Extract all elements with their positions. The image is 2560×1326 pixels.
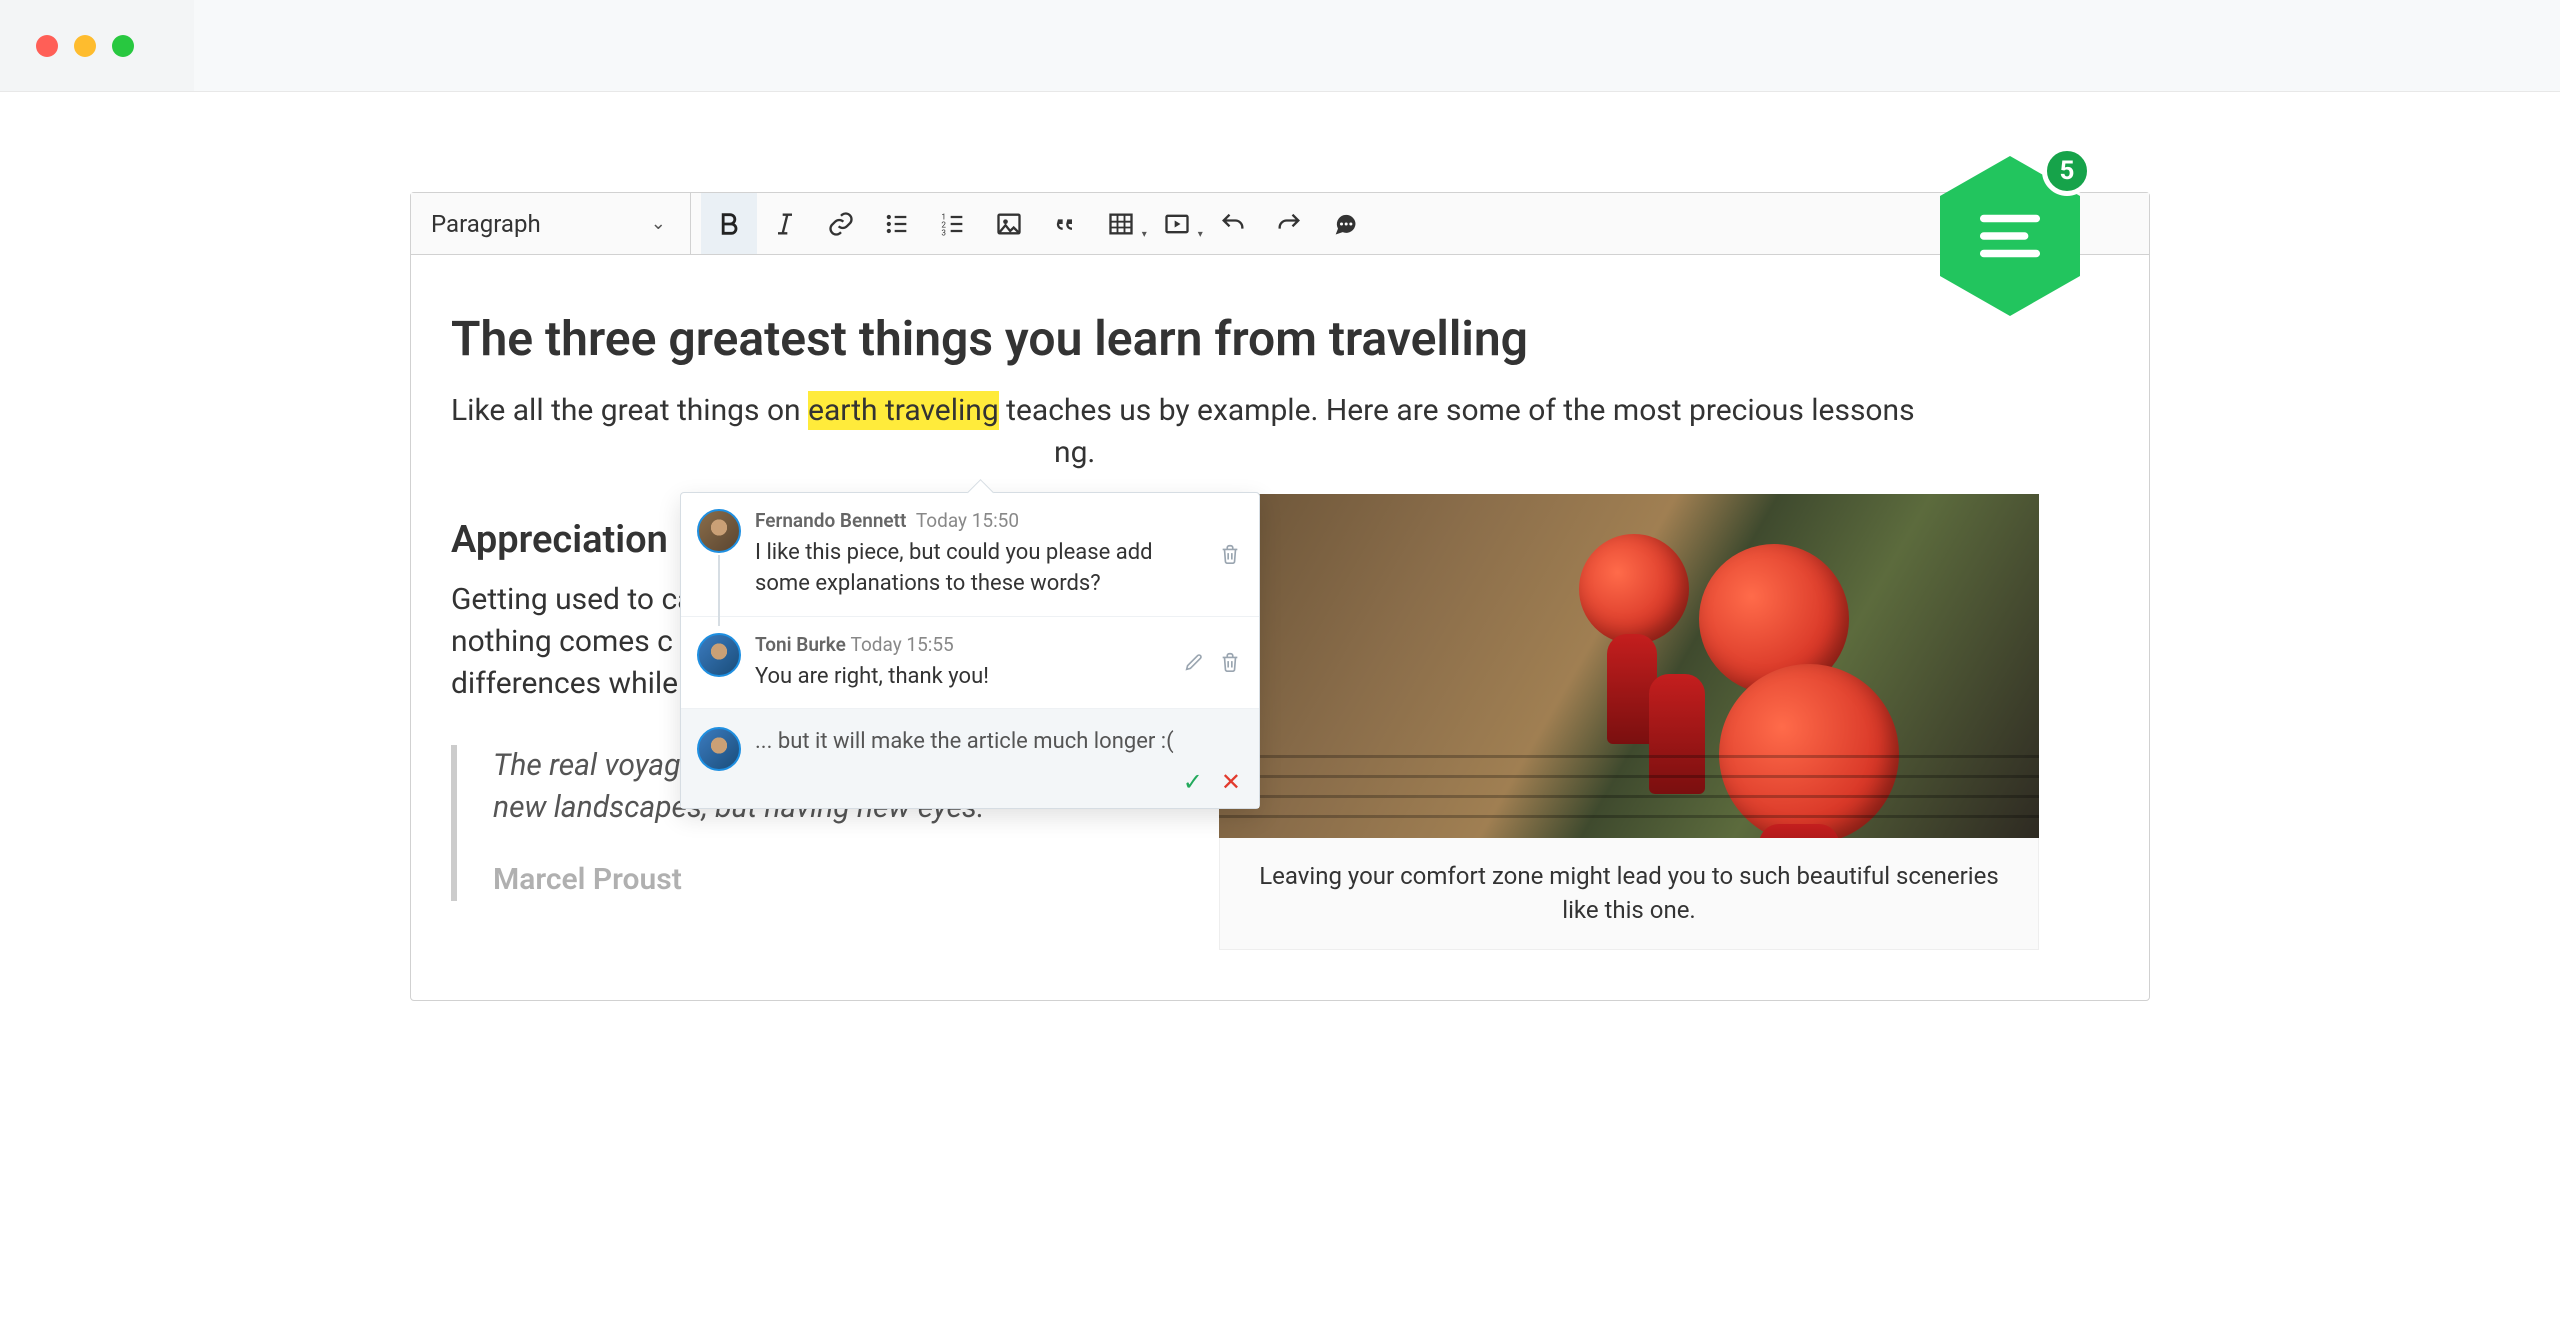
quote-author: Marcel Proust [493,859,1171,901]
minimize-window-button[interactable] [74,35,96,57]
avatar [697,509,741,553]
comments-badge[interactable]: 5 [1940,156,2080,316]
editor-frame: Paragraph ⌄ 123 [410,192,2150,1001]
link-button[interactable] [813,193,869,254]
italic-button[interactable] [757,193,813,254]
bullet-list-button[interactable] [869,193,925,254]
edit-icon[interactable] [1183,651,1205,673]
highlighted-text: earth traveling [808,391,999,430]
maximize-window-button[interactable] [112,35,134,57]
media-button[interactable] [1149,193,1205,254]
document-title: The three greatest things you learn from… [451,305,2109,372]
comment-button[interactable] [1317,193,1373,254]
table-button[interactable] [1093,193,1149,254]
window-controls [36,35,134,57]
comment-meta: Toni Burke Today 15:55 [755,633,1169,656]
figure-caption: Leaving your comfort zone might lead you… [1219,838,2039,950]
blockquote-button[interactable] [1037,193,1093,254]
cancel-reply-button[interactable]: ✕ [1221,768,1241,796]
page-canvas: 5 Paragraph ⌄ [0,92,2560,1001]
reply-input[interactable]: ... but it will make the article much lo… [755,727,1241,758]
avatar [697,727,741,771]
avatar [697,633,741,677]
toolbar-tools: 123 [691,193,1373,254]
comments-count: 5 [2042,146,2092,196]
editor-content[interactable]: The three greatest things you learn from… [411,255,2149,1000]
comment-meta: Fernando Bennett Today 15:50 [755,509,1205,532]
heading-dropdown[interactable]: Paragraph ⌄ [411,193,691,254]
redo-button[interactable] [1261,193,1317,254]
submit-reply-button[interactable]: ✓ [1183,768,1203,796]
comment-text: You are right, thank you! [755,662,1169,693]
trash-icon[interactable] [1219,651,1241,673]
comment-item: Toni Burke Today 15:55 You are right, th… [681,617,1259,710]
comment-text: I like this piece, but could you please … [755,538,1205,600]
bold-button[interactable] [701,193,757,254]
comment-item: Fernando Bennett Today 15:50 I like this… [681,493,1259,617]
figure: Leaving your comfort zone might lead you… [1219,494,2039,950]
heading-label: Paragraph [431,210,541,238]
browser-chrome [0,0,2560,92]
image-button[interactable] [981,193,1037,254]
reply-row: ... but it will make the article much lo… [681,709,1259,808]
undo-button[interactable] [1205,193,1261,254]
comment-thread-popup: Fernando Bennett Today 15:50 I like this… [680,492,1260,809]
trash-icon[interactable] [1219,543,1241,565]
svg-text:3: 3 [941,227,946,237]
figure-image[interactable] [1219,494,2039,838]
chevron-down-icon: ⌄ [651,213,666,234]
intro-paragraph: Like all the great things on earth trave… [451,390,2109,474]
address-bar[interactable] [194,0,2560,91]
close-window-button[interactable] [36,35,58,57]
numbered-list-button[interactable]: 123 [925,193,981,254]
editor-toolbar: Paragraph ⌄ 123 [411,193,2149,255]
